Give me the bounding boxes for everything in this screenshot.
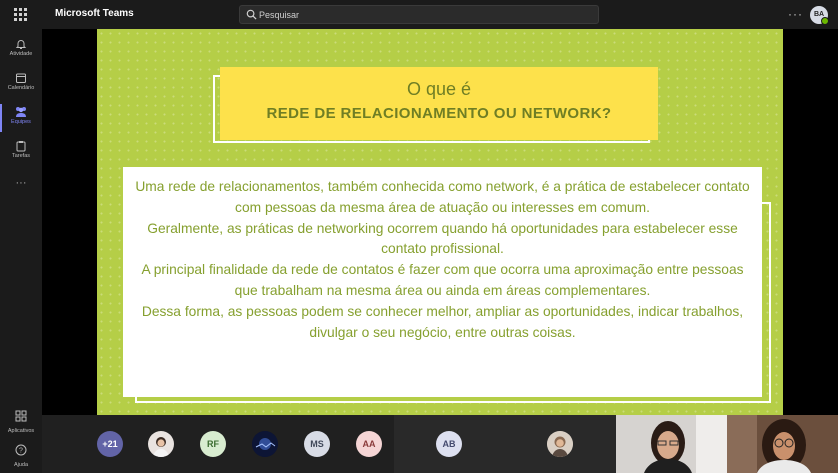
account-avatar[interactable]: BA (810, 6, 829, 25)
slide-paragraph: A principal finalidade da rede de contat… (141, 262, 744, 298)
rail-item-apps[interactable]: Aplicativos (0, 409, 42, 434)
rail-item-help[interactable]: ? Ajuda (0, 443, 42, 468)
more-options-icon[interactable]: ··· (788, 7, 803, 21)
help-icon: ? (15, 444, 27, 456)
calendar-icon (16, 73, 26, 83)
apps-icon (15, 410, 27, 422)
participant-video[interactable] (616, 415, 727, 473)
avatar[interactable]: MS (304, 431, 330, 457)
avatar[interactable] (148, 431, 174, 457)
participant-video[interactable] (727, 415, 838, 473)
avatar: AB (436, 431, 462, 457)
svg-text:?: ? (19, 448, 23, 455)
rail-item-label: Ajuda (13, 462, 29, 468)
video-feed-icon (727, 415, 838, 473)
search-placeholder: Pesquisar (259, 10, 300, 20)
rail-item-label: Aplicativos (7, 428, 35, 434)
slide-title-line1: O que é (406, 79, 472, 99)
avatar[interactable]: RF (200, 431, 226, 457)
app-launcher-icon[interactable] (14, 8, 27, 21)
space-photo-icon (252, 431, 278, 457)
slide-title-line2: REDE DE RELACIONAMENTO OU NETWORK? (266, 105, 612, 122)
teams-icon (16, 107, 26, 117)
person-photo-icon (547, 431, 573, 457)
more-apps-icon[interactable]: ··· (0, 177, 42, 189)
rail-item-calendar[interactable]: Calendário (0, 68, 42, 102)
participants-bar: +21 RF MS AA AB (42, 415, 838, 473)
avatar[interactable]: AA (356, 431, 382, 457)
avatar-initials: AA (356, 431, 382, 457)
clipboard-icon (16, 141, 26, 152)
slide-paragraph: Uma rede de relacionamentos, também conh… (135, 179, 750, 215)
participants-overflow[interactable]: +21 (97, 431, 123, 457)
rail-item-tasks[interactable]: Tarefas (0, 136, 42, 170)
avatar-initials: AB (436, 431, 462, 457)
rail-item-activity[interactable]: Atividade (0, 34, 42, 68)
app-title: Microsoft Teams (55, 8, 134, 19)
presentation-slide: O que é REDE DE RELACIONAMENTO OU NETWOR… (97, 29, 783, 415)
slide-body: Uma rede de relacionamentos, também conh… (123, 167, 762, 397)
avatar[interactable] (252, 431, 278, 457)
rail-item-teams[interactable]: Equipes (0, 102, 42, 136)
rail-item-label: Equipes (11, 119, 31, 125)
participant-tile[interactable] (505, 415, 616, 473)
app-rail: Atividade Calendário Equipes Tarefas ··· (0, 29, 42, 473)
participant-tile[interactable]: AB (394, 415, 505, 473)
slide-paragraph: Dessa forma, as pessoas podem se conhece… (141, 303, 744, 340)
slide-title-box: O que é REDE DE RELACIONAMENTO OU NETWOR… (220, 67, 658, 140)
title-bar: Microsoft Teams Pesquisar ··· BA (0, 0, 838, 29)
rail-item-label: Atividade (9, 51, 33, 57)
search-input[interactable]: Pesquisar (239, 5, 599, 24)
person-photo-icon (153, 437, 169, 457)
avatar-initials: MS (304, 431, 330, 457)
bell-icon (15, 40, 27, 49)
slide-paragraph: Geralmente, as práticas de networking oc… (147, 220, 738, 257)
search-icon (246, 9, 257, 20)
rail-item-label: Calendário (7, 85, 35, 91)
rail-item-label: Tarefas (11, 153, 31, 159)
avatar-initials: RF (200, 431, 226, 457)
avatar (547, 431, 573, 457)
shared-screen: O que é REDE DE RELACIONAMENTO OU NETWOR… (42, 29, 838, 415)
video-feed-icon (616, 415, 727, 473)
